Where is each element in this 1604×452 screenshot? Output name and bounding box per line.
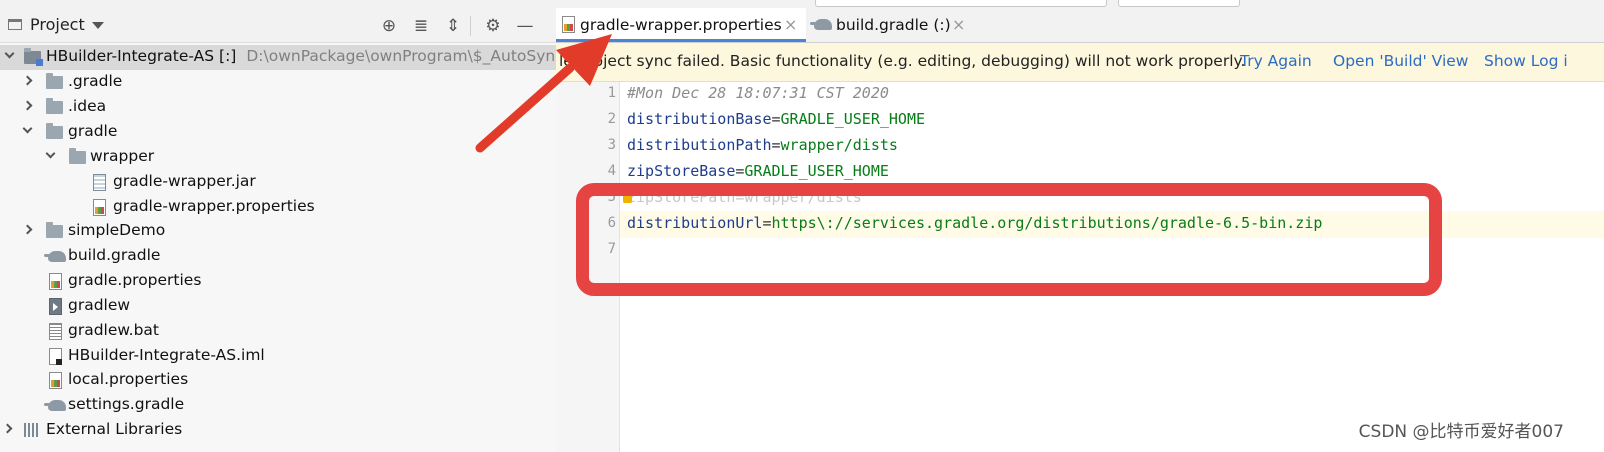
code-line: zipStoreBase=GRADLE_USER_HOME [627, 162, 889, 180]
property-value: GRADLE_USER_HOME [744, 162, 889, 180]
collapse-all-icon[interactable]: ⇕ [442, 15, 464, 37]
folder-icon [46, 123, 63, 139]
property-key: distributionPath [627, 136, 772, 154]
chevron-right-icon[interactable] [22, 100, 33, 111]
project-panel-title[interactable]: Project [30, 15, 85, 34]
try-again-link[interactable]: Try Again [1240, 52, 1312, 70]
tree-item-gradle-properties[interactable]: gradle.properties [0, 269, 556, 294]
tree-item-label: gradlew [68, 296, 131, 314]
tab-build-gradle[interactable]: build.gradle (:) × [806, 8, 974, 42]
chevron-down-icon[interactable] [92, 22, 104, 29]
properties-file-icon [93, 199, 106, 216]
folder-icon [46, 98, 63, 114]
libraries-icon [24, 423, 40, 437]
tree-item-label: gradle.properties [68, 271, 202, 289]
code-line: #Mon Dec 28 18:07:31 CST 2020 [627, 84, 889, 102]
chevron-right-icon[interactable] [22, 75, 33, 86]
tab-label: build.gradle (:) [836, 16, 951, 34]
code-line: distributionPath=wrapper/dists [627, 136, 898, 154]
chevron-down-icon[interactable] [22, 123, 33, 134]
property-key: distributionBase [627, 110, 772, 128]
gradle-elephant-icon [44, 400, 66, 411]
open-build-view-link[interactable]: Open 'Build' View [1333, 52, 1468, 70]
arrow-shaft [475, 63, 575, 153]
tree-item-gradle-wrapper-jar[interactable]: gradle-wrapper.jar [0, 170, 556, 195]
property-value: GRADLE_USER_HOME [780, 110, 926, 128]
tree-item-label: settings.gradle [68, 395, 185, 413]
property-key: zipStoreBase [627, 162, 736, 180]
highlight-box [576, 183, 1442, 296]
tree-item-label: gradlew.bat [68, 321, 159, 339]
chevron-down-icon[interactable] [4, 48, 15, 59]
module-folder-icon [24, 48, 43, 66]
project-view-icon [8, 19, 22, 30]
tree-item-label: HBuilder-Integrate-AS [:] [46, 47, 237, 65]
tree-item-build-gradle[interactable]: build.gradle [0, 244, 556, 269]
line-number: 4 [607, 163, 616, 179]
tree-item-local-properties[interactable]: local.properties [0, 368, 556, 393]
show-log-link[interactable]: Show Log i [1484, 52, 1568, 70]
shell-file-icon [49, 298, 62, 315]
close-icon[interactable]: × [952, 15, 965, 34]
tree-item-label: local.properties [68, 370, 189, 388]
tree-item-label: simpleDemo [68, 221, 166, 239]
folder-icon [46, 222, 63, 238]
tree-item-gradle-wrapper-properties[interactable]: gradle-wrapper.properties [0, 195, 556, 220]
tree-item-label: build.gradle [68, 246, 161, 264]
red-arrow-icon [475, 34, 612, 153]
notification-message: le project sync failed. Basic functional… [559, 52, 1246, 70]
folder-icon [46, 73, 63, 89]
tree-item-external-libraries[interactable]: External Libraries [0, 418, 556, 443]
tree-item-gradlew-bat[interactable]: gradlew.bat [0, 319, 556, 344]
tree-item-label: .gradle [68, 72, 123, 90]
tree-item-label: .idea [68, 97, 107, 115]
iml-file-icon [49, 348, 62, 365]
gradle-elephant-icon [44, 251, 66, 262]
tree-item-settings-gradle[interactable]: settings.gradle [0, 393, 556, 418]
tree-item-label: gradle-wrapper.properties [113, 197, 315, 215]
tree-item-iml[interactable]: HBuilder-Integrate-AS.iml [0, 344, 556, 369]
jar-file-icon [93, 174, 106, 191]
toolbar-combo[interactable] [1118, 0, 1240, 7]
editor-tabs: gradle-wrapper.properties × build.gradle… [556, 8, 1604, 43]
tree-item-label: External Libraries [46, 420, 183, 438]
tree-item-label: gradle [68, 122, 118, 140]
tree-item-simpledemo[interactable]: simpleDemo [0, 219, 556, 244]
sync-failed-notification: le project sync failed. Basic functional… [556, 43, 1604, 82]
property-value: wrapper/dists [780, 136, 898, 154]
chevron-right-icon[interactable] [2, 423, 13, 434]
watermark: CSDN @比特币爱好者007 [1358, 422, 1564, 442]
chevron-right-icon[interactable] [22, 224, 33, 235]
properties-file-icon [49, 372, 62, 389]
toolbar-combo[interactable] [815, 0, 1107, 7]
chevron-down-icon[interactable] [45, 148, 56, 159]
tree-item-label: wrapper [90, 147, 155, 165]
expand-all-icon[interactable]: ≣ [410, 15, 432, 37]
tree-item-gradlew[interactable]: gradlew [0, 294, 556, 319]
locate-icon[interactable]: ⊕ [378, 15, 400, 37]
close-icon[interactable]: × [784, 15, 797, 34]
properties-file-icon [49, 273, 62, 290]
gradle-elephant-icon [810, 19, 832, 30]
code-line: distributionBase=GRADLE_USER_HOME [627, 110, 926, 128]
folder-icon [69, 148, 86, 164]
text-file-icon [49, 323, 62, 340]
tree-item-label: gradle-wrapper.jar [113, 172, 256, 190]
comment: #Mon Dec 28 18:07:31 CST 2020 [627, 84, 889, 102]
tree-item-label: HBuilder-Integrate-AS.iml [68, 346, 265, 364]
